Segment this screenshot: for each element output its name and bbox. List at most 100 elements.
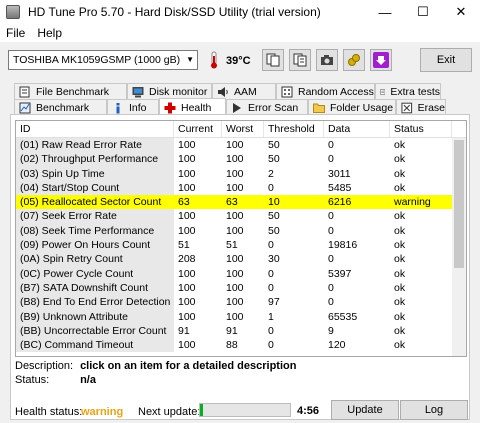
cell-threshold: 0: [268, 181, 274, 194]
tab-info[interactable]: Info: [107, 99, 159, 115]
column-header-id[interactable]: ID: [16, 121, 174, 137]
progress-fill: [200, 404, 203, 416]
table-row[interactable]: (03) Spin Up Time 100 100 2 3011 ok: [16, 166, 466, 181]
tab-erase[interactable]: Erase: [396, 99, 446, 115]
drive-select-value: TOSHIBA MK1059GSMP (1000 gB): [13, 54, 181, 66]
save-button[interactable]: [370, 49, 392, 71]
table-row[interactable]: (BB) Uncorrectable Error Count 91 91 0 9 ok: [16, 323, 466, 339]
options-button[interactable]: [343, 49, 365, 71]
table-row[interactable]: (B8) End To End Error Detection 100 100 97 0…: [16, 295, 466, 310]
cell-worst: 100: [226, 267, 244, 280]
tab-random-access[interactable]: Random Access: [276, 83, 375, 99]
cell-worst: 100: [226, 281, 244, 294]
cell-current: 51: [178, 239, 190, 252]
vertical-scrollbar[interactable]: [452, 138, 466, 356]
cell-status: ok: [394, 181, 406, 194]
minimize-button[interactable]: —: [366, 0, 404, 24]
cell-status: ok: [394, 239, 406, 252]
cell-threshold: 50: [268, 210, 280, 223]
cell-worst: 100: [226, 153, 244, 166]
table-row[interactable]: (08) Seek Time Performance 100 100 50 0 ok: [16, 223, 466, 239]
table-row[interactable]: (02) Throughput Performance 100 100 50 0 ok: [16, 152, 466, 167]
tab-disk-monitor[interactable]: Disk monitor: [127, 83, 212, 99]
cell-data: 0: [328, 281, 334, 294]
table-row[interactable]: (05) Reallocated Sector Count 63 63 10 6216 w…: [16, 195, 466, 210]
health-panel: ID Current Worst Threshold Data Status (…: [10, 114, 470, 420]
error-scan-icon: [233, 102, 241, 113]
cell-data: 0: [328, 253, 334, 266]
next-update-time: 4:56: [297, 405, 320, 417]
cell-id: (08) Seek Time Performance: [16, 223, 174, 239]
table-row[interactable]: (01) Raw Read Error Rate 100 100 50 0 ok: [16, 138, 466, 153]
menu-help[interactable]: Help: [31, 26, 68, 40]
camera-icon: [321, 55, 333, 65]
cell-threshold: 97: [268, 296, 280, 309]
cell-status: ok: [394, 224, 406, 237]
exit-button[interactable]: Exit: [420, 48, 472, 72]
table-row[interactable]: (07) Seek Error Rate 100 100 50 0 ok: [16, 209, 466, 224]
table-row[interactable]: (09) Power On Hours Count 51 51 0 19816 ok: [16, 238, 466, 253]
table-row[interactable]: (0A) Spin Retry Count 208 100 30 0 ok: [16, 252, 466, 267]
cell-current: 100: [178, 224, 196, 237]
next-update-progress: [199, 403, 291, 417]
tab-error-scan[interactable]: Error Scan: [226, 99, 308, 115]
cell-threshold: 50: [268, 139, 280, 151]
cell-worst: 100: [226, 253, 244, 266]
close-icon: ✕: [455, 4, 467, 19]
table-body: (01) Raw Read Error Rate 100 100 50 0 ok (02) …: [16, 138, 466, 353]
toolbar: TOSHIBA MK1059GSMP (1000 gB) ▼ 39°C Exit: [0, 44, 480, 76]
menu-bar: File Help: [0, 24, 480, 42]
disk-monitor-icon: [132, 86, 144, 97]
column-header-threshold[interactable]: Threshold: [264, 121, 324, 137]
table-row[interactable]: (B9) Unknown Attribute 100 100 1 65535 ok: [16, 309, 466, 324]
cell-worst: 88: [226, 339, 238, 352]
maximize-button[interactable]: ☐: [404, 0, 442, 24]
cell-status: ok: [394, 139, 406, 151]
cell-id: (04) Start/Stop Count: [16, 180, 174, 196]
scrollbar-thumb[interactable]: [454, 140, 464, 268]
health-status-label: Health status:: [15, 406, 83, 418]
cell-data: 3011: [328, 167, 351, 180]
column-header-data[interactable]: Data: [324, 121, 390, 137]
tab-extra-tests[interactable]: Extra tests: [375, 83, 441, 99]
screenshot-button[interactable]: [316, 49, 338, 71]
cell-current: 100: [178, 296, 196, 309]
erase-icon: [401, 102, 413, 113]
cell-data: 0: [328, 210, 334, 223]
cell-threshold: 2: [268, 167, 274, 180]
column-header-status[interactable]: Status: [390, 121, 452, 137]
column-header-current[interactable]: Current: [174, 121, 222, 137]
tab-file-benchmark[interactable]: File Benchmark: [14, 83, 127, 99]
table-row[interactable]: (B7) SATA Downshift Count 100 100 0 0 ok: [16, 280, 466, 296]
tab-folder-usage[interactable]: Folder Usage: [308, 99, 396, 115]
copy-all-button[interactable]: [289, 49, 311, 71]
cell-current: 100: [178, 139, 196, 151]
smart-table[interactable]: ID Current Worst Threshold Data Status (…: [15, 120, 467, 357]
cell-current: 100: [178, 167, 196, 180]
status-label: Status:: [15, 374, 50, 386]
tab-aam[interactable]: AAM: [212, 83, 276, 99]
cell-id: (03) Spin Up Time: [16, 166, 174, 181]
cell-data: 0: [328, 296, 334, 309]
cell-status: ok: [394, 253, 406, 266]
thermometer-icon: [211, 51, 217, 69]
cell-id: (0C) Power Cycle Count: [16, 266, 174, 281]
drive-select[interactable]: TOSHIBA MK1059GSMP (1000 gB) ▼: [8, 50, 198, 70]
column-header-worst[interactable]: Worst: [222, 121, 264, 137]
cell-worst: 91: [226, 324, 238, 337]
cell-id: (BC) Command Timeout: [16, 338, 174, 353]
cell-status: ok: [394, 296, 406, 309]
log-button[interactable]: Log: [400, 400, 468, 420]
table-row[interactable]: (0C) Power Cycle Count 100 100 0 5397 ok: [16, 266, 466, 281]
cell-threshold: 0: [268, 267, 274, 280]
menu-file[interactable]: File: [0, 26, 31, 40]
cell-worst: 100: [226, 167, 244, 180]
close-button[interactable]: ✕: [442, 0, 480, 24]
table-row[interactable]: (04) Start/Stop Count 100 100 0 5485 ok: [16, 180, 466, 196]
status-value: n/a: [80, 374, 96, 386]
table-row[interactable]: (BC) Command Timeout 100 88 0 120 ok: [16, 338, 466, 353]
tab-benchmark[interactable]: Benchmark: [14, 99, 107, 115]
copy-info-button[interactable]: [262, 49, 284, 71]
window-title: HD Tune Pro 5.70 - Hard Disk/SSD Utility…: [28, 5, 321, 19]
update-button[interactable]: Update: [331, 400, 399, 420]
